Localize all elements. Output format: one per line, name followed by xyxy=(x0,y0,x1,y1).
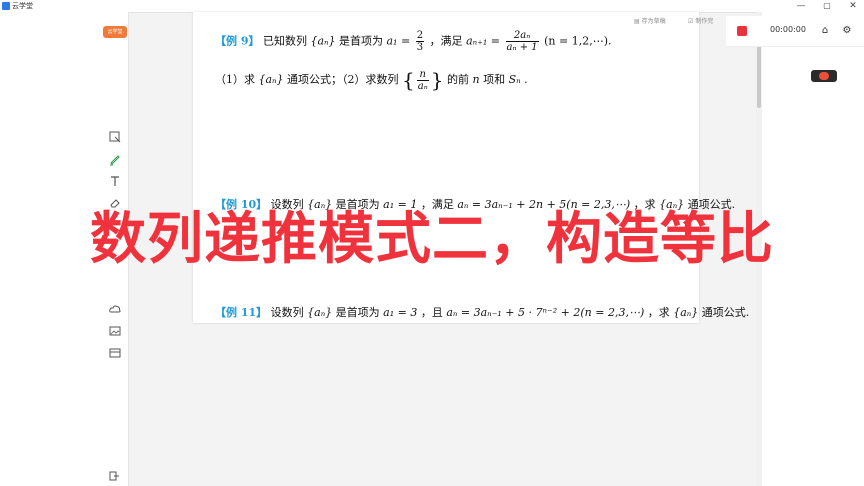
text: 通项公式. xyxy=(701,306,750,319)
card-icon[interactable] xyxy=(108,346,122,360)
text: 通项公式；（2）求数列 xyxy=(287,73,399,86)
home-icon[interactable]: ⌂ xyxy=(818,24,832,38)
window-title: 云学堂 xyxy=(12,2,33,10)
example-9-statement: 【例 9】 已知数列 {aₙ} 是首项为 a₁ = 2 3 ，满足 aₙ₊₁ =… xyxy=(215,30,612,53)
record-timer: 00:00:00 xyxy=(770,25,806,34)
video-caption: 数列递推模式二，构造等比 xyxy=(90,207,774,272)
text: ，求 xyxy=(647,306,670,319)
numerator: 2 xyxy=(415,30,425,42)
range: (n = 1,2,⋯). xyxy=(544,34,612,48)
text: 设数列 xyxy=(270,306,304,319)
select-icon[interactable] xyxy=(108,130,122,144)
recorder-widget: 00:00:00 ⌂ ⚙ xyxy=(726,16,864,47)
camera-icon xyxy=(819,72,829,80)
sequence: {aₙ} xyxy=(307,306,333,319)
exit-icon[interactable] xyxy=(109,466,119,481)
sequence: {aₙ} xyxy=(673,306,699,319)
app-logo[interactable]: 云学堂 xyxy=(103,26,127,38)
text-icon[interactable] xyxy=(108,174,122,188)
brace: { xyxy=(402,68,415,92)
example-tag: 【例 11】 xyxy=(215,306,268,319)
brace: } xyxy=(430,68,444,92)
save-draft-label: 存为草稿 xyxy=(641,18,666,25)
finish-label: 制作完 xyxy=(695,18,714,25)
fraction: 2 3 xyxy=(415,30,425,53)
document-icon: ▤ xyxy=(634,18,640,25)
document-page: 【例 9】 已知数列 {aₙ} 是首项为 a₁ = 2 3 ，满足 aₙ₊₁ =… xyxy=(193,12,749,323)
first-term: a₁ = 3 xyxy=(383,306,418,319)
example-9-questions: （1）求 {aₙ} 通项公式；（2）求数列 { n aₙ } 的前 n 项和 S… xyxy=(215,68,528,92)
text: 的前 xyxy=(447,73,469,86)
save-draft-button[interactable]: ▤ 存为草稿 xyxy=(634,16,666,25)
text: ，满足 xyxy=(429,34,463,48)
settings-icon[interactable]: ⚙ xyxy=(840,24,854,38)
cloud-icon[interactable] xyxy=(108,302,122,316)
text: . xyxy=(524,73,528,86)
check-icon: ☑ xyxy=(688,18,694,25)
fraction: n aₙ xyxy=(416,69,429,92)
text: 已知数列 xyxy=(262,34,307,48)
app-icon xyxy=(2,2,10,10)
close-button[interactable]: ✕ xyxy=(844,0,862,12)
text: （1）求 xyxy=(215,73,255,86)
text: 项和 xyxy=(483,73,506,86)
minimize-button[interactable]: — xyxy=(792,0,810,12)
denominator: 3 xyxy=(416,42,424,53)
camera-badge[interactable] xyxy=(811,70,837,82)
example-tag: 【例 9】 xyxy=(215,34,260,48)
recurrence-lhs: aₙ₊₁ = xyxy=(466,34,501,48)
text: 是首项为 xyxy=(339,34,383,48)
maximize-button[interactable]: ▢ xyxy=(818,0,836,12)
n-symbol: n xyxy=(472,73,480,86)
stop-record-button[interactable] xyxy=(737,26,747,36)
example-11-statement: 【例 11】 设数列 {aₙ} 是首项为 a₁ = 3 ，且 aₙ = 3aₙ₋… xyxy=(215,304,749,320)
recurrence: aₙ = 3aₙ₋₁ + 5 · 7ⁿ⁻² + 2(n = 2,3,⋯) xyxy=(446,306,645,319)
sequence: {aₙ} xyxy=(258,73,284,86)
denominator: aₙ xyxy=(417,80,428,92)
first-term: a₁ = xyxy=(386,34,411,48)
pen-icon[interactable] xyxy=(108,152,122,166)
finish-button[interactable]: ☑ 制作完 xyxy=(688,16,713,25)
image-icon[interactable] xyxy=(108,324,122,338)
text: 是首项为 xyxy=(335,306,380,319)
sum-symbol: Sₙ xyxy=(508,73,521,86)
text: ，且 xyxy=(420,306,443,319)
numerator: 2aₙ xyxy=(505,30,539,42)
numerator: n xyxy=(416,69,429,81)
sequence: {aₙ} xyxy=(310,34,336,48)
screen: 云学堂 — ▢ ✕ 云学堂 【例 9】 已知数列 {aₙ} 是首项为 a₁ = … xyxy=(0,0,864,486)
denominator: aₙ + 1 xyxy=(506,42,538,53)
fraction: 2aₙ aₙ + 1 xyxy=(505,30,539,53)
